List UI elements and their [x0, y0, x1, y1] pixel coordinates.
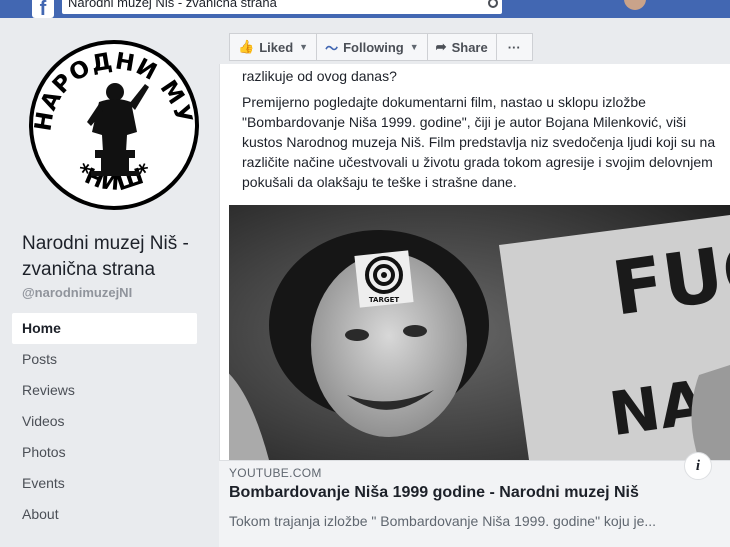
search-input[interactable]: Narodni muzej Niš - zvanična strana: [62, 0, 502, 14]
top-navigation-bar: f Narodni muzej Niš - zvanična strana: [0, 0, 730, 20]
video-photo: FUC NATO TARGET: [229, 205, 730, 460]
info-icon[interactable]: i: [684, 452, 712, 480]
more-options-button[interactable]: ···: [495, 33, 533, 61]
link-description: Tokom trajanja izložbe " Bombardovanje N…: [229, 513, 657, 529]
sidebar-item-home[interactable]: Home: [12, 313, 197, 344]
sidebar-item-about[interactable]: About: [12, 499, 202, 530]
thumbs-up-icon: 👍: [238, 39, 255, 54]
share-button[interactable]: ➦ Share: [426, 33, 497, 61]
sidebar-item-reviews[interactable]: Reviews: [12, 375, 202, 406]
share-arrow-icon: ➦: [435, 39, 447, 54]
rss-feed-icon: 〜: [325, 40, 339, 56]
liked-button[interactable]: 👍 Liked ▼: [229, 33, 318, 61]
chevron-down-icon: ▼: [409, 42, 419, 52]
post-text-body: Premijerno pogledajte dokumentarni film,…: [242, 94, 716, 190]
target-badge-text: TARGET: [369, 296, 400, 304]
museum-logo-icon: НАРОДНИ МУЗЕЈ *НИШ*: [20, 20, 199, 210]
sidebar-item-photos[interactable]: Photos: [12, 437, 202, 468]
page-username[interactable]: @narodnimuzejNI: [22, 285, 132, 300]
sidebar-navigation: Home Posts Reviews Videos Photos Events …: [12, 313, 202, 530]
facebook-logo-icon[interactable]: f: [32, 0, 54, 20]
link-preview[interactable]: YOUTUBE.COM Bombardovanje Niša 1999 godi…: [219, 460, 730, 547]
post-text-line: razlikuje od ovog danas?: [242, 68, 397, 84]
page-profile-picture[interactable]: НАРОДНИ МУЗЕЈ *НИШ*: [20, 20, 199, 210]
more-dots-icon: ···: [507, 39, 521, 55]
sidebar-item-posts[interactable]: Posts: [12, 344, 202, 375]
page-action-bar: 👍 Liked ▼ 〜 Following ▼ ➦ Share ···: [229, 33, 549, 61]
page-title: Narodni muzej Niš - zvanična strana: [22, 233, 189, 280]
chevron-down-icon: ▼: [299, 42, 309, 52]
sidebar-item-videos[interactable]: Videos: [12, 406, 202, 437]
user-avatar[interactable]: [624, 0, 646, 10]
link-title[interactable]: Bombardovanje Niša 1999 godine - Narodni…: [229, 484, 639, 502]
video-thumbnail[interactable]: FUC NATO TARGET: [229, 205, 730, 460]
post-text: razlikuje od ovog danas? Premijerno pogl…: [242, 68, 722, 198]
following-button[interactable]: 〜 Following ▼: [316, 33, 428, 61]
link-domain: YOUTUBE.COM: [229, 466, 322, 480]
sidebar-item-events[interactable]: Events: [12, 468, 202, 499]
